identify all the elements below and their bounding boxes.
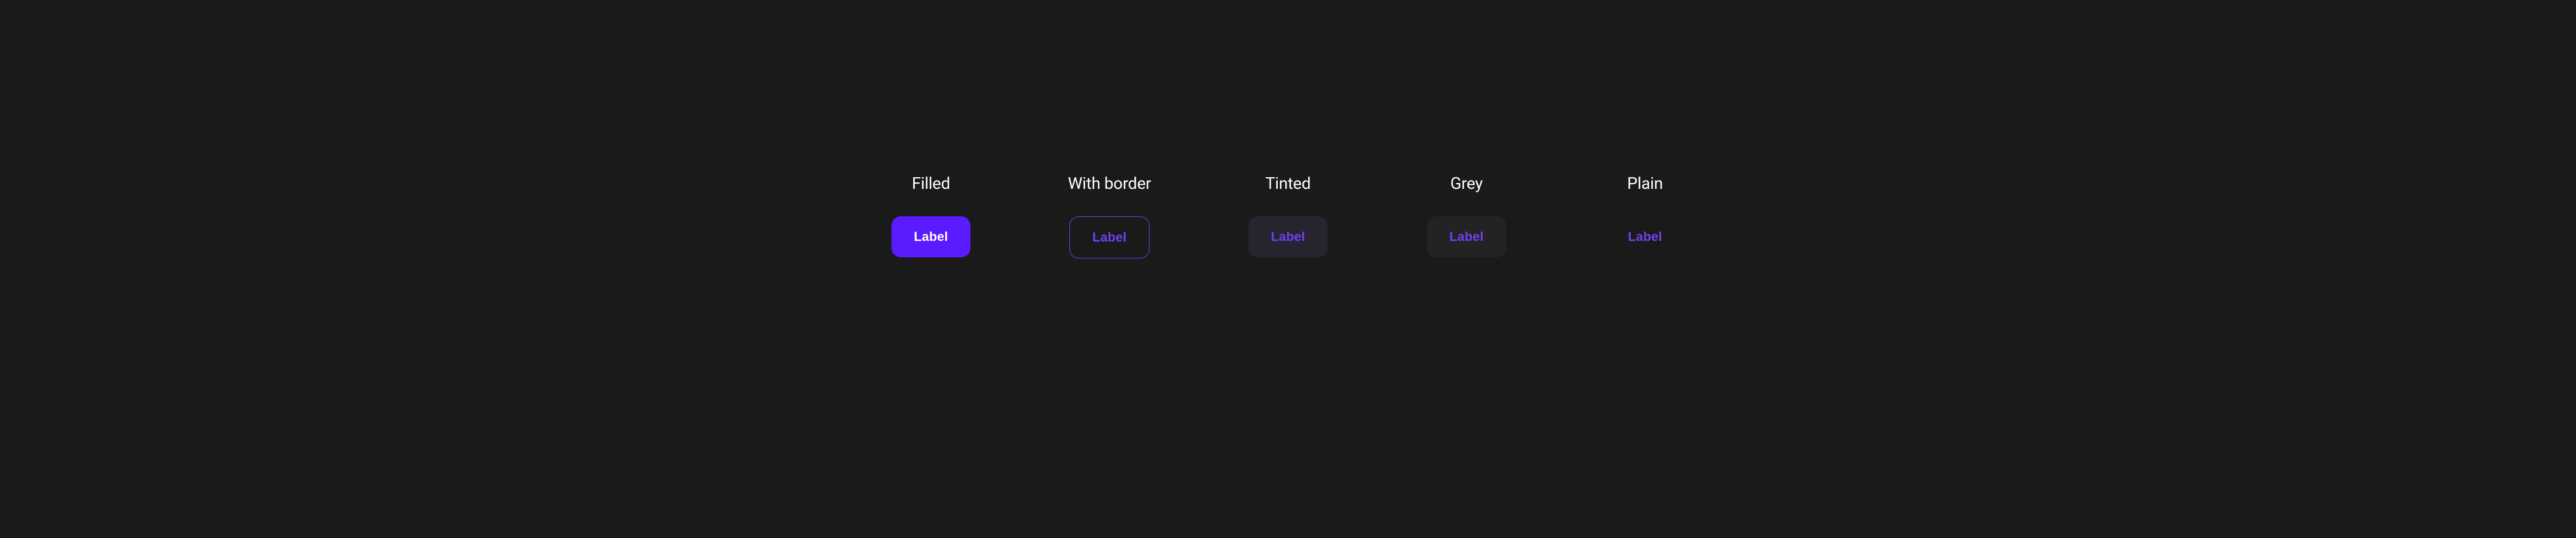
variant-tinted: Tinted Label [1199,174,1377,257]
button-filled[interactable]: Label [891,216,970,257]
variant-title-plain: Plain [1627,174,1663,193]
button-plain-label: Label [1628,229,1662,244]
variant-title-filled: Filled [912,174,950,193]
variant-title-grey: Grey [1450,174,1483,193]
button-tinted-label: Label [1271,229,1305,244]
button-tinted[interactable]: Label [1248,216,1327,257]
variant-title-tinted: Tinted [1265,174,1311,193]
button-plain[interactable]: Label [1606,216,1684,257]
button-with-border-label: Label [1092,230,1126,245]
variant-plain: Plain Label [1556,174,1734,257]
button-grey[interactable]: Label [1427,216,1505,257]
button-variants-row: Filled Label With border Label Tinted La… [830,174,1746,365]
button-grey-label: Label [1449,229,1483,244]
button-filled-label: Label [914,229,948,244]
variant-filled: Filled Label [842,174,1020,257]
variant-with-border: With border Label [1020,174,1199,258]
variant-grey: Grey Label [1377,174,1556,257]
variant-title-with-border: With border [1068,174,1151,193]
button-with-border[interactable]: Label [1069,216,1149,258]
